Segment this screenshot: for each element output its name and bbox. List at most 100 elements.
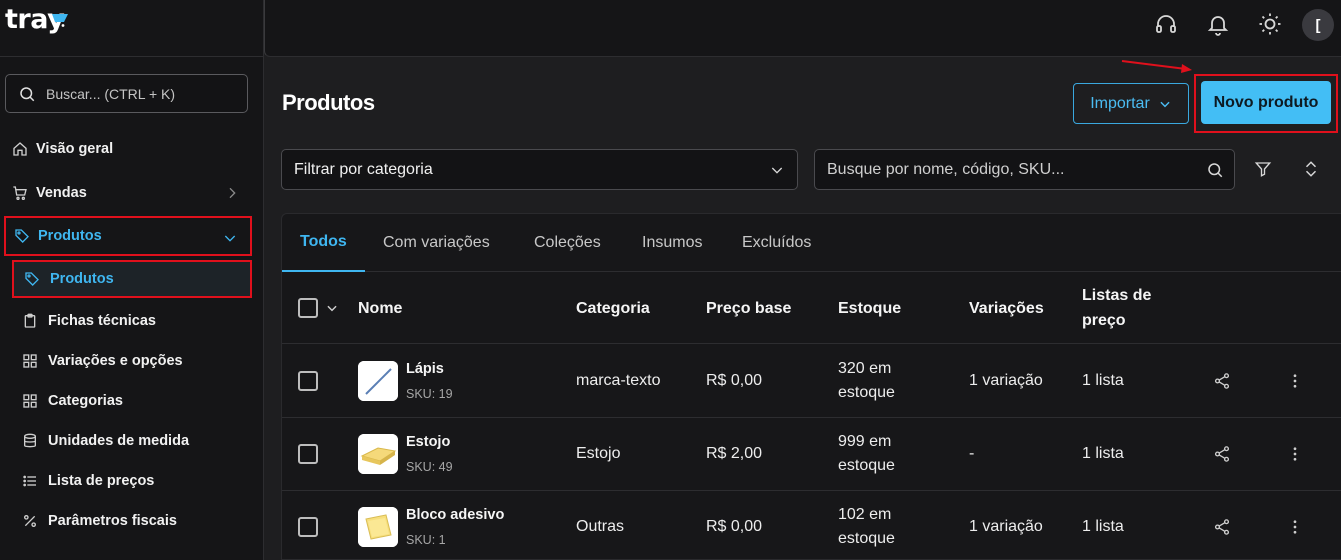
bell-icon[interactable] (1204, 10, 1232, 38)
tag-icon (14, 228, 30, 244)
search-icon[interactable] (1206, 161, 1224, 179)
header-listas-preco-line1[interactable]: Listas de (1082, 283, 1151, 308)
list-icon (22, 473, 38, 489)
cart-icon (12, 185, 28, 201)
product-sku: SKU: 49 (406, 460, 453, 474)
product-price: R$ 0,00 (706, 518, 763, 535)
more-options-icon[interactable] (1285, 444, 1305, 464)
sidebar-subitem-variacoes[interactable]: Variações e opções (12, 342, 252, 380)
category-filter-select[interactable]: Filtrar por categoria (281, 149, 798, 190)
tabs: Todos Com variações Coleções Insumos Exc… (282, 214, 1341, 272)
sidebar: tray Visão geral Vendas Produtos Produto… (0, 0, 264, 560)
grid-icon (22, 353, 38, 369)
product-stock-line1: 102 em (838, 506, 892, 523)
sidebar-search-input[interactable] (46, 85, 236, 102)
product-variations: 1 variação (969, 518, 1043, 535)
chevron-down-icon (1160, 101, 1170, 107)
product-stock-line2: estoque (838, 384, 895, 401)
select-all-checkbox[interactable] (298, 298, 318, 318)
chevron-right-icon (229, 187, 236, 199)
avatar[interactable]: [ (1302, 9, 1334, 41)
tab-todos[interactable]: Todos (282, 214, 365, 272)
header-listas-preco-line2[interactable]: preço (1082, 308, 1126, 333)
product-price: R$ 0,00 (706, 372, 763, 389)
table-row[interactable]: Lápis SKU: 19 marca-texto R$ 0,00 320 em… (282, 345, 1341, 418)
table-header: Nome Categoria Preço base Estoque Variaç… (282, 272, 1341, 344)
row-checkbox[interactable] (298, 517, 318, 537)
product-sku: SKU: 1 (406, 533, 446, 547)
sidebar-item-produtos[interactable]: Produtos (4, 216, 252, 256)
cart-logo-icon (52, 14, 68, 27)
sidebar-subitem-label: Unidades de medida (48, 433, 190, 449)
sun-icon[interactable] (1256, 10, 1284, 38)
table-row[interactable]: Estojo SKU: 49 Estojo R$ 2,00 999 em est… (282, 418, 1341, 491)
chevron-down-icon[interactable] (325, 301, 339, 315)
search-icon (20, 86, 35, 101)
sidebar-subitem-label: Lista de preços (48, 473, 155, 489)
import-button[interactable]: Importar (1073, 83, 1189, 124)
sidebar-subitem-parametros-fiscais[interactable]: Parâmetros fiscais (12, 502, 252, 540)
share-icon[interactable] (1212, 371, 1232, 391)
product-search-input[interactable] (827, 160, 1197, 179)
sort-icon[interactable] (1301, 158, 1321, 180)
sidebar-subitem-label: Fichas técnicas (48, 313, 156, 329)
database-icon (22, 433, 38, 449)
row-checkbox[interactable] (298, 371, 318, 391)
tab-insumos[interactable]: Insumos (642, 214, 702, 272)
category-filter-label: Filtrar por categoria (294, 160, 433, 178)
sidebar-subitem-lista-precos[interactable]: Lista de preços (12, 462, 252, 500)
chevron-down-icon (771, 167, 783, 174)
product-name[interactable]: Lápis (406, 361, 444, 377)
tab-com-variacoes[interactable]: Com variações (383, 214, 490, 272)
product-category: marca-texto (576, 372, 661, 389)
product-thumbnail-pencil (358, 361, 398, 401)
row-checkbox[interactable] (298, 444, 318, 464)
sidebar-search[interactable] (5, 74, 248, 113)
sidebar-item-label: Produtos (38, 228, 102, 244)
sidebar-item-visao-geral[interactable]: Visão geral (4, 129, 252, 169)
sidebar-item-vendas[interactable]: Vendas (4, 173, 252, 213)
product-name[interactable]: Bloco adesivo (406, 507, 504, 523)
header-estoque[interactable]: Estoque (838, 296, 901, 321)
tab-excluidos[interactable]: Excluídos (742, 214, 811, 272)
product-price-lists: 1 lista (1082, 372, 1124, 389)
share-icon[interactable] (1212, 444, 1232, 464)
home-icon (12, 141, 28, 157)
more-options-icon[interactable] (1285, 371, 1305, 391)
tab-colecoes[interactable]: Coleções (534, 214, 601, 272)
sidebar-subitem-categorias[interactable]: Categorias (12, 382, 252, 420)
header-categoria[interactable]: Categoria (576, 296, 650, 321)
product-search[interactable] (814, 149, 1235, 190)
header-nome[interactable]: Nome (358, 296, 402, 321)
header-variacoes[interactable]: Variações (969, 296, 1044, 321)
new-product-button[interactable]: Novo produto (1201, 81, 1331, 124)
sidebar-subitem-produtos[interactable]: Produtos (12, 260, 252, 298)
table-row[interactable]: Bloco adesivo SKU: 1 Outras R$ 0,00 102 … (282, 491, 1341, 559)
tag-icon (24, 271, 40, 287)
product-sku: SKU: 19 (406, 387, 453, 401)
headset-icon[interactable] (1152, 10, 1180, 38)
sidebar-subitem-label: Variações e opções (48, 353, 183, 369)
header-preco-base[interactable]: Preço base (706, 296, 791, 321)
sidebar-subitem-unidades[interactable]: Unidades de medida (12, 422, 252, 460)
sidebar-subitem-label: Parâmetros fiscais (48, 513, 177, 529)
product-name[interactable]: Estojo (406, 434, 450, 450)
more-options-icon[interactable] (1285, 517, 1305, 537)
filter-icon[interactable] (1253, 158, 1273, 180)
product-stock-line2: estoque (838, 530, 895, 547)
product-stock-line2: estoque (838, 457, 895, 474)
sidebar-subitem-label: Produtos (50, 271, 114, 287)
product-category: Estojo (576, 445, 621, 462)
sidebar-subitem-fichas-tecnicas[interactable]: Fichas técnicas (12, 302, 252, 340)
product-thumbnail-sticky-notes (358, 507, 398, 547)
sidebar-item-label: Visão geral (36, 141, 114, 157)
clipboard-icon (22, 313, 38, 329)
import-button-label: Importar (1090, 94, 1150, 112)
product-category: Outras (576, 518, 625, 535)
share-icon[interactable] (1212, 517, 1232, 537)
product-price-lists: 1 lista (1082, 445, 1124, 462)
percent-icon (22, 513, 38, 529)
grid-icon (22, 393, 38, 409)
annotation-arrow (1121, 60, 1192, 73)
page-title: Produtos (282, 90, 375, 115)
